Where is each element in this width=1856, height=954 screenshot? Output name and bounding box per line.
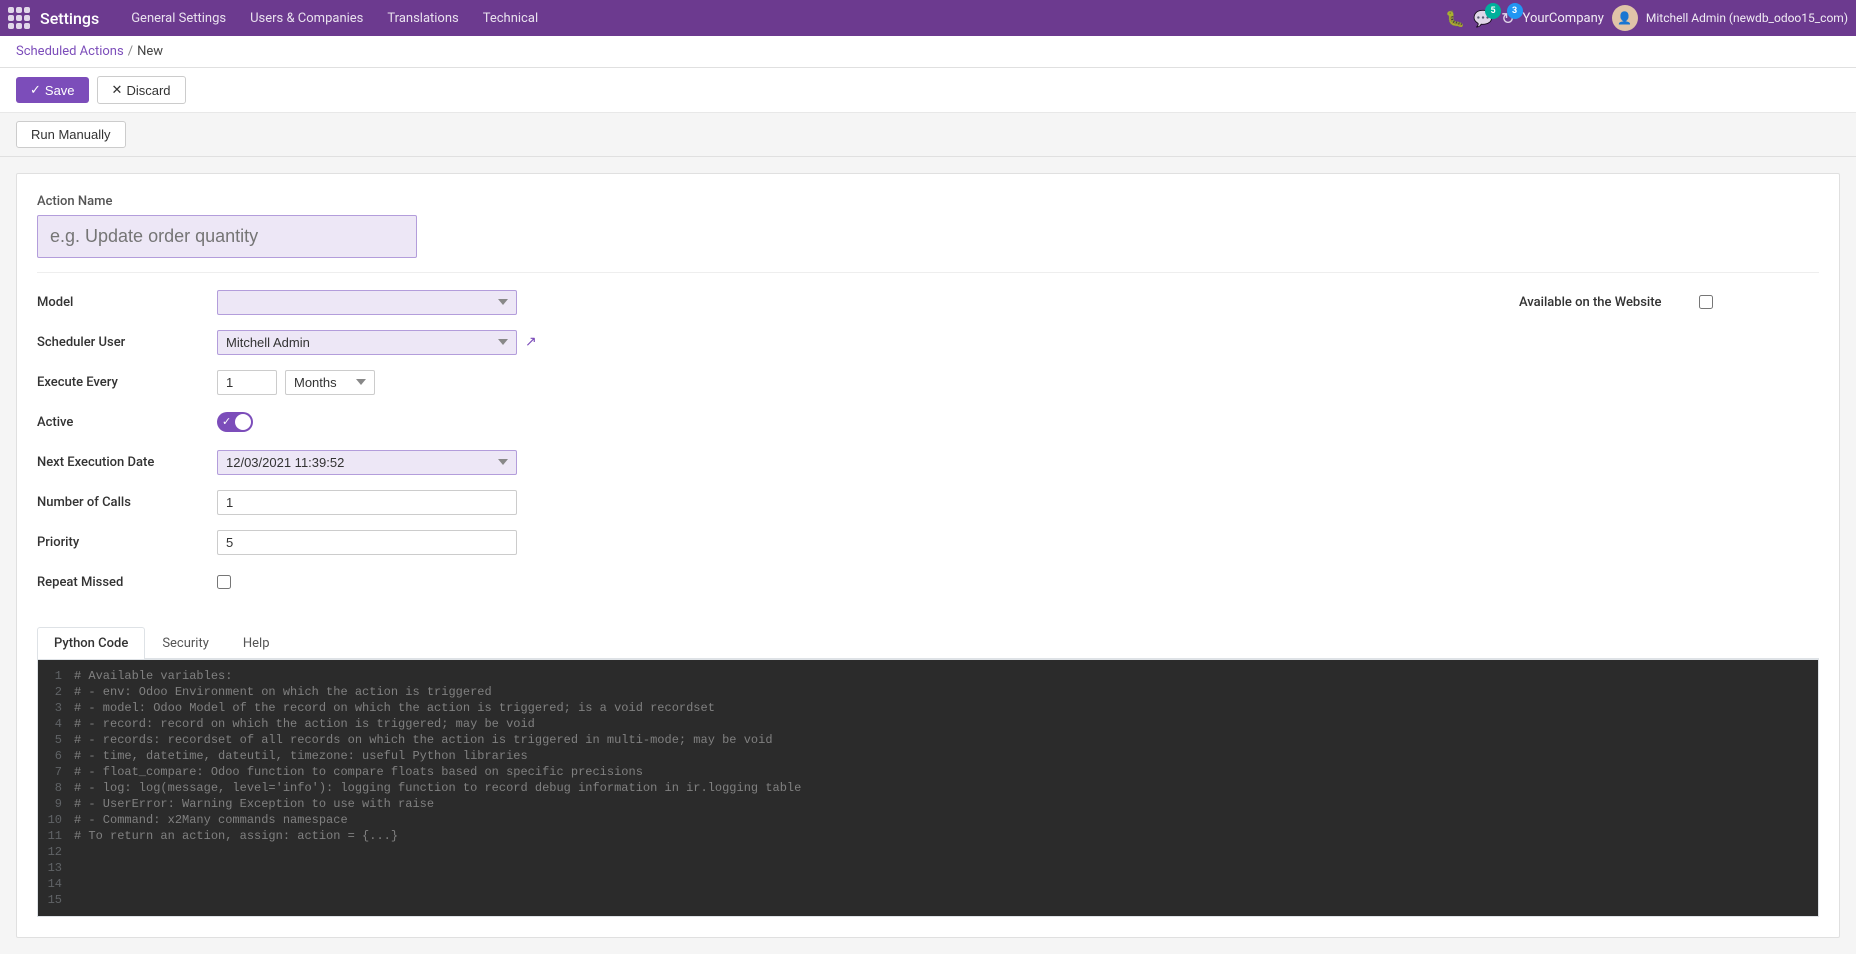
number-of-calls-label: Number of Calls (37, 495, 217, 510)
next-execution-select[interactable]: 12/03/2021 11:39:52 (217, 450, 517, 475)
repeat-missed-label: Repeat Missed (37, 575, 217, 590)
code-line: 1# Available variables: (38, 668, 1818, 684)
execute-every-number[interactable]: 1 (217, 370, 277, 395)
next-execution-row: Next Execution Date 12/03/2021 11:39:52 (37, 447, 1479, 477)
breadcrumb: Scheduled Actions / New (0, 36, 1856, 68)
model-select[interactable] (217, 290, 517, 315)
priority-input[interactable]: 5 (217, 530, 517, 555)
action-name-input[interactable] (37, 215, 417, 258)
scheduler-user-external-link[interactable]: ↗ (525, 334, 537, 350)
scheduler-user-row: Scheduler User Mitchell Admin ↗ (37, 327, 1479, 357)
breadcrumb-current: New (137, 44, 163, 59)
nav-translations[interactable]: Translations (375, 0, 470, 36)
code-line: 2# - env: Odoo Environment on which the … (38, 684, 1818, 700)
code-line: 5# - records: recordset of all records o… (38, 732, 1818, 748)
code-line: 14 (38, 876, 1818, 892)
code-line: 8# - log: log(message, level='info'): lo… (38, 780, 1818, 796)
topbar-right: 🐛 💬 5 ↻ 3 YourCompany 👤 Mitchell Admin (… (1445, 5, 1848, 31)
save-label: Save (45, 83, 75, 98)
app-title: Settings (40, 9, 99, 28)
code-line: 3# - model: Odoo Model of the record on … (38, 700, 1818, 716)
tab-help[interactable]: Help (226, 627, 287, 659)
form-card: Action Name Model Scheduler (16, 173, 1840, 938)
number-of-calls-input[interactable]: 1 (217, 490, 517, 515)
top-navigation: General Settings Users & Companies Trans… (119, 0, 1445, 36)
nav-general-settings[interactable]: General Settings (119, 0, 238, 36)
activity-icon-wrap[interactable]: ↻ 3 (1501, 9, 1514, 28)
active-toggle[interactable]: ✓ (217, 412, 253, 432)
breadcrumb-parent[interactable]: Scheduled Actions (16, 44, 124, 59)
code-line: 11# To return an action, assign: action … (38, 828, 1818, 844)
user-avatar[interactable]: 👤 (1612, 5, 1638, 31)
available-website-checkbox[interactable] (1699, 295, 1713, 309)
scheduler-user-select[interactable]: Mitchell Admin (217, 330, 517, 355)
divider-1 (37, 272, 1819, 273)
discard-label: Discard (126, 83, 170, 98)
chat-badge: 5 (1485, 3, 1501, 19)
action-bar: ✓ Save ✕ Discard (0, 68, 1856, 113)
priority-label: Priority (37, 535, 217, 550)
tabs-bar: Python Code Security Help (37, 627, 1819, 659)
execute-every-unit-select[interactable]: Seconds Minutes Hours Days Weeks Months (285, 370, 375, 395)
tab-python-code[interactable]: Python Code (37, 627, 145, 659)
priority-row: Priority 5 (37, 527, 1479, 557)
breadcrumb-separator: / (128, 44, 133, 59)
active-row: Active ✓ (37, 407, 1479, 437)
run-manually-button[interactable]: Run Manually (16, 121, 126, 148)
repeat-missed-checkbox[interactable] (217, 575, 231, 589)
code-line: 4# - record: record on which the action … (38, 716, 1818, 732)
bug-icon[interactable]: 🐛 (1445, 9, 1465, 28)
x-icon: ✕ (112, 82, 123, 98)
checkmark-icon: ✓ (30, 82, 41, 98)
user-name[interactable]: Mitchell Admin (newdb_odoo15_com) (1646, 11, 1848, 25)
save-button[interactable]: ✓ Save (16, 77, 89, 103)
repeat-missed-row: Repeat Missed (37, 567, 1479, 597)
nav-users-companies[interactable]: Users & Companies (238, 0, 375, 36)
activity-badge: 3 (1507, 3, 1523, 19)
tab-security[interactable]: Security (145, 627, 226, 659)
main-content: Action Name Model Scheduler (0, 157, 1856, 954)
code-line: 12 (38, 844, 1818, 860)
code-line: 6# - time, datetime, dateutil, timezone:… (38, 748, 1818, 764)
app-logo[interactable] (8, 7, 30, 29)
chat-icon-wrap[interactable]: 💬 5 (1473, 9, 1493, 28)
run-manually-bar: Run Manually (0, 113, 1856, 157)
available-website-label: Available on the Website (1519, 295, 1699, 310)
code-line: 10# - Command: x2Many commands namespace (38, 812, 1818, 828)
active-label: Active (37, 415, 217, 430)
execute-every-label: Execute Every (37, 375, 217, 390)
model-row: Model (37, 287, 1479, 317)
code-line: 7# - float_compare: Odoo function to com… (38, 764, 1818, 780)
code-line: 15 (38, 892, 1818, 908)
next-execution-label: Next Execution Date (37, 455, 217, 470)
number-of-calls-row: Number of Calls 1 (37, 487, 1479, 517)
discard-button[interactable]: ✕ Discard (97, 76, 186, 104)
action-name-group: Action Name (37, 194, 1819, 258)
available-website-row: Available on the Website (1519, 287, 1819, 317)
company-name[interactable]: YourCompany (1523, 11, 1604, 26)
action-name-label: Action Name (37, 194, 1819, 209)
topbar: Settings General Settings Users & Compan… (0, 0, 1856, 36)
scheduler-user-label: Scheduler User (37, 335, 217, 350)
toggle-knob (235, 414, 251, 430)
execute-every-row: Execute Every 1 Seconds Minutes Hours Da… (37, 367, 1479, 397)
code-line: 13 (38, 860, 1818, 876)
code-line: 9# - UserError: Warning Exception to use… (38, 796, 1818, 812)
model-label: Model (37, 295, 217, 310)
code-editor[interactable]: 1# Available variables:2# - env: Odoo En… (37, 659, 1819, 917)
nav-technical[interactable]: Technical (471, 0, 550, 36)
toggle-check-icon: ✓ (222, 415, 231, 428)
